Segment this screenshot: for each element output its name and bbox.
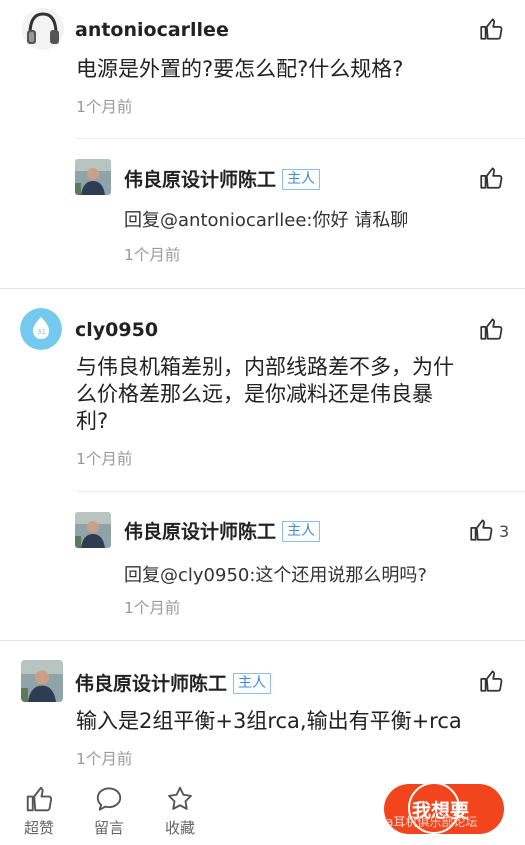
thumbs-up-icon (26, 786, 53, 812)
comment-time: 1个月前 (76, 98, 133, 116)
owner-badge: 主人 (233, 673, 272, 694)
username-text: 伟良原设计师陈工 (124, 521, 277, 543)
like-label: 超赞 (23, 819, 54, 837)
username[interactable]: cly0950 (75, 319, 158, 341)
reply-text: 回复@antoniocarllee:你好 请私聊 (124, 210, 409, 231)
comment-item: 伟良原设计师陈工 主人 输入是2组平衡+3组rca,输出有平衡+rca 1个月前 (0, 641, 525, 771)
comment-text: 输入是2组平衡+3组rca,输出有平衡+rca (76, 709, 462, 733)
avatar[interactable] (22, 8, 64, 50)
avatar[interactable] (21, 660, 63, 702)
username[interactable]: 伟良原设计师陈工 主人 (124, 517, 321, 544)
watermark-text: a耳机俱乐部论坛 (386, 815, 478, 829)
comment-button[interactable]: 留言 (84, 784, 134, 838)
owner-badge: 主人 (282, 169, 321, 190)
text-line: 么价格差那么远，是你减料还是伟良暴 (76, 382, 433, 406)
text-line: 利? (76, 409, 109, 433)
comment-text: 电源是外置的?要怎么配?什么规格? (76, 57, 404, 81)
text-line: 与伟良机箱差别，内部线路差不多，为什 (76, 355, 454, 379)
avatar[interactable] (75, 159, 111, 195)
reply-item: 伟良原设计师陈工 主人 3 回复@cly0950:这个还用说那么明吗? 1个月前 (0, 492, 525, 638)
username-text: 伟良原设计师陈工 (75, 673, 228, 695)
thumbs-up-icon[interactable] (478, 165, 504, 191)
comment-item: 31 cly0950 与伟良机箱差别，内部线路差不多，为什 么价格差那么远，是你… (0, 289, 525, 489)
thumbs-up-icon[interactable] (478, 16, 504, 42)
reply-item: 伟良原设计师陈工 主人 回复@antoniocarllee:你好 请私聊 1个月前 (0, 140, 525, 286)
favorite-button[interactable]: 收藏 (155, 784, 205, 838)
owner-badge: 主人 (282, 521, 321, 542)
reply-text: 回复@cly0950:这个还用说那么明吗? (124, 565, 427, 586)
comment-time: 1个月前 (124, 246, 181, 264)
designer-avatar-icon (21, 660, 63, 702)
comment-time: 1个月前 (76, 450, 133, 468)
cly-avatar-icon: 31 (20, 308, 62, 350)
username[interactable]: antoniocarllee (75, 19, 229, 41)
username[interactable]: 伟良原设计师陈工 主人 (75, 669, 272, 696)
star-icon (168, 786, 192, 810)
divider (76, 138, 525, 139)
avatar[interactable]: 31 (20, 308, 62, 350)
comment-text: 与伟良机箱差别，内部线路差不多，为什 么价格差那么远，是你减料还是伟良暴 利? (76, 354, 454, 435)
svg-text:31: 31 (37, 328, 46, 336)
want-button[interactable]: 我想要 a耳机俱乐部论坛 (384, 784, 504, 834)
thumbs-up-icon[interactable] (468, 517, 494, 543)
headphones-avatar-icon (22, 8, 64, 50)
comment-time: 1个月前 (124, 599, 181, 617)
comment-icon (96, 787, 122, 811)
like-count: 3 (499, 522, 510, 541)
username-text: 伟良原设计师陈工 (124, 169, 277, 191)
comment-label: 留言 (93, 819, 124, 837)
favorite-label: 收藏 (164, 819, 195, 837)
designer-avatar-icon (75, 159, 111, 195)
designer-avatar-icon (75, 512, 111, 548)
thumbs-up-icon[interactable] (478, 668, 504, 694)
comment-time: 1个月前 (76, 750, 133, 768)
username[interactable]: 伟良原设计师陈工 主人 (124, 165, 321, 192)
comment-item: antoniocarllee 电源是外置的?要怎么配?什么规格? 1个月前 (0, 0, 525, 140)
like-button[interactable]: 超赞 (14, 784, 64, 838)
avatar[interactable] (75, 512, 111, 548)
thumbs-up-icon[interactable] (478, 316, 504, 342)
